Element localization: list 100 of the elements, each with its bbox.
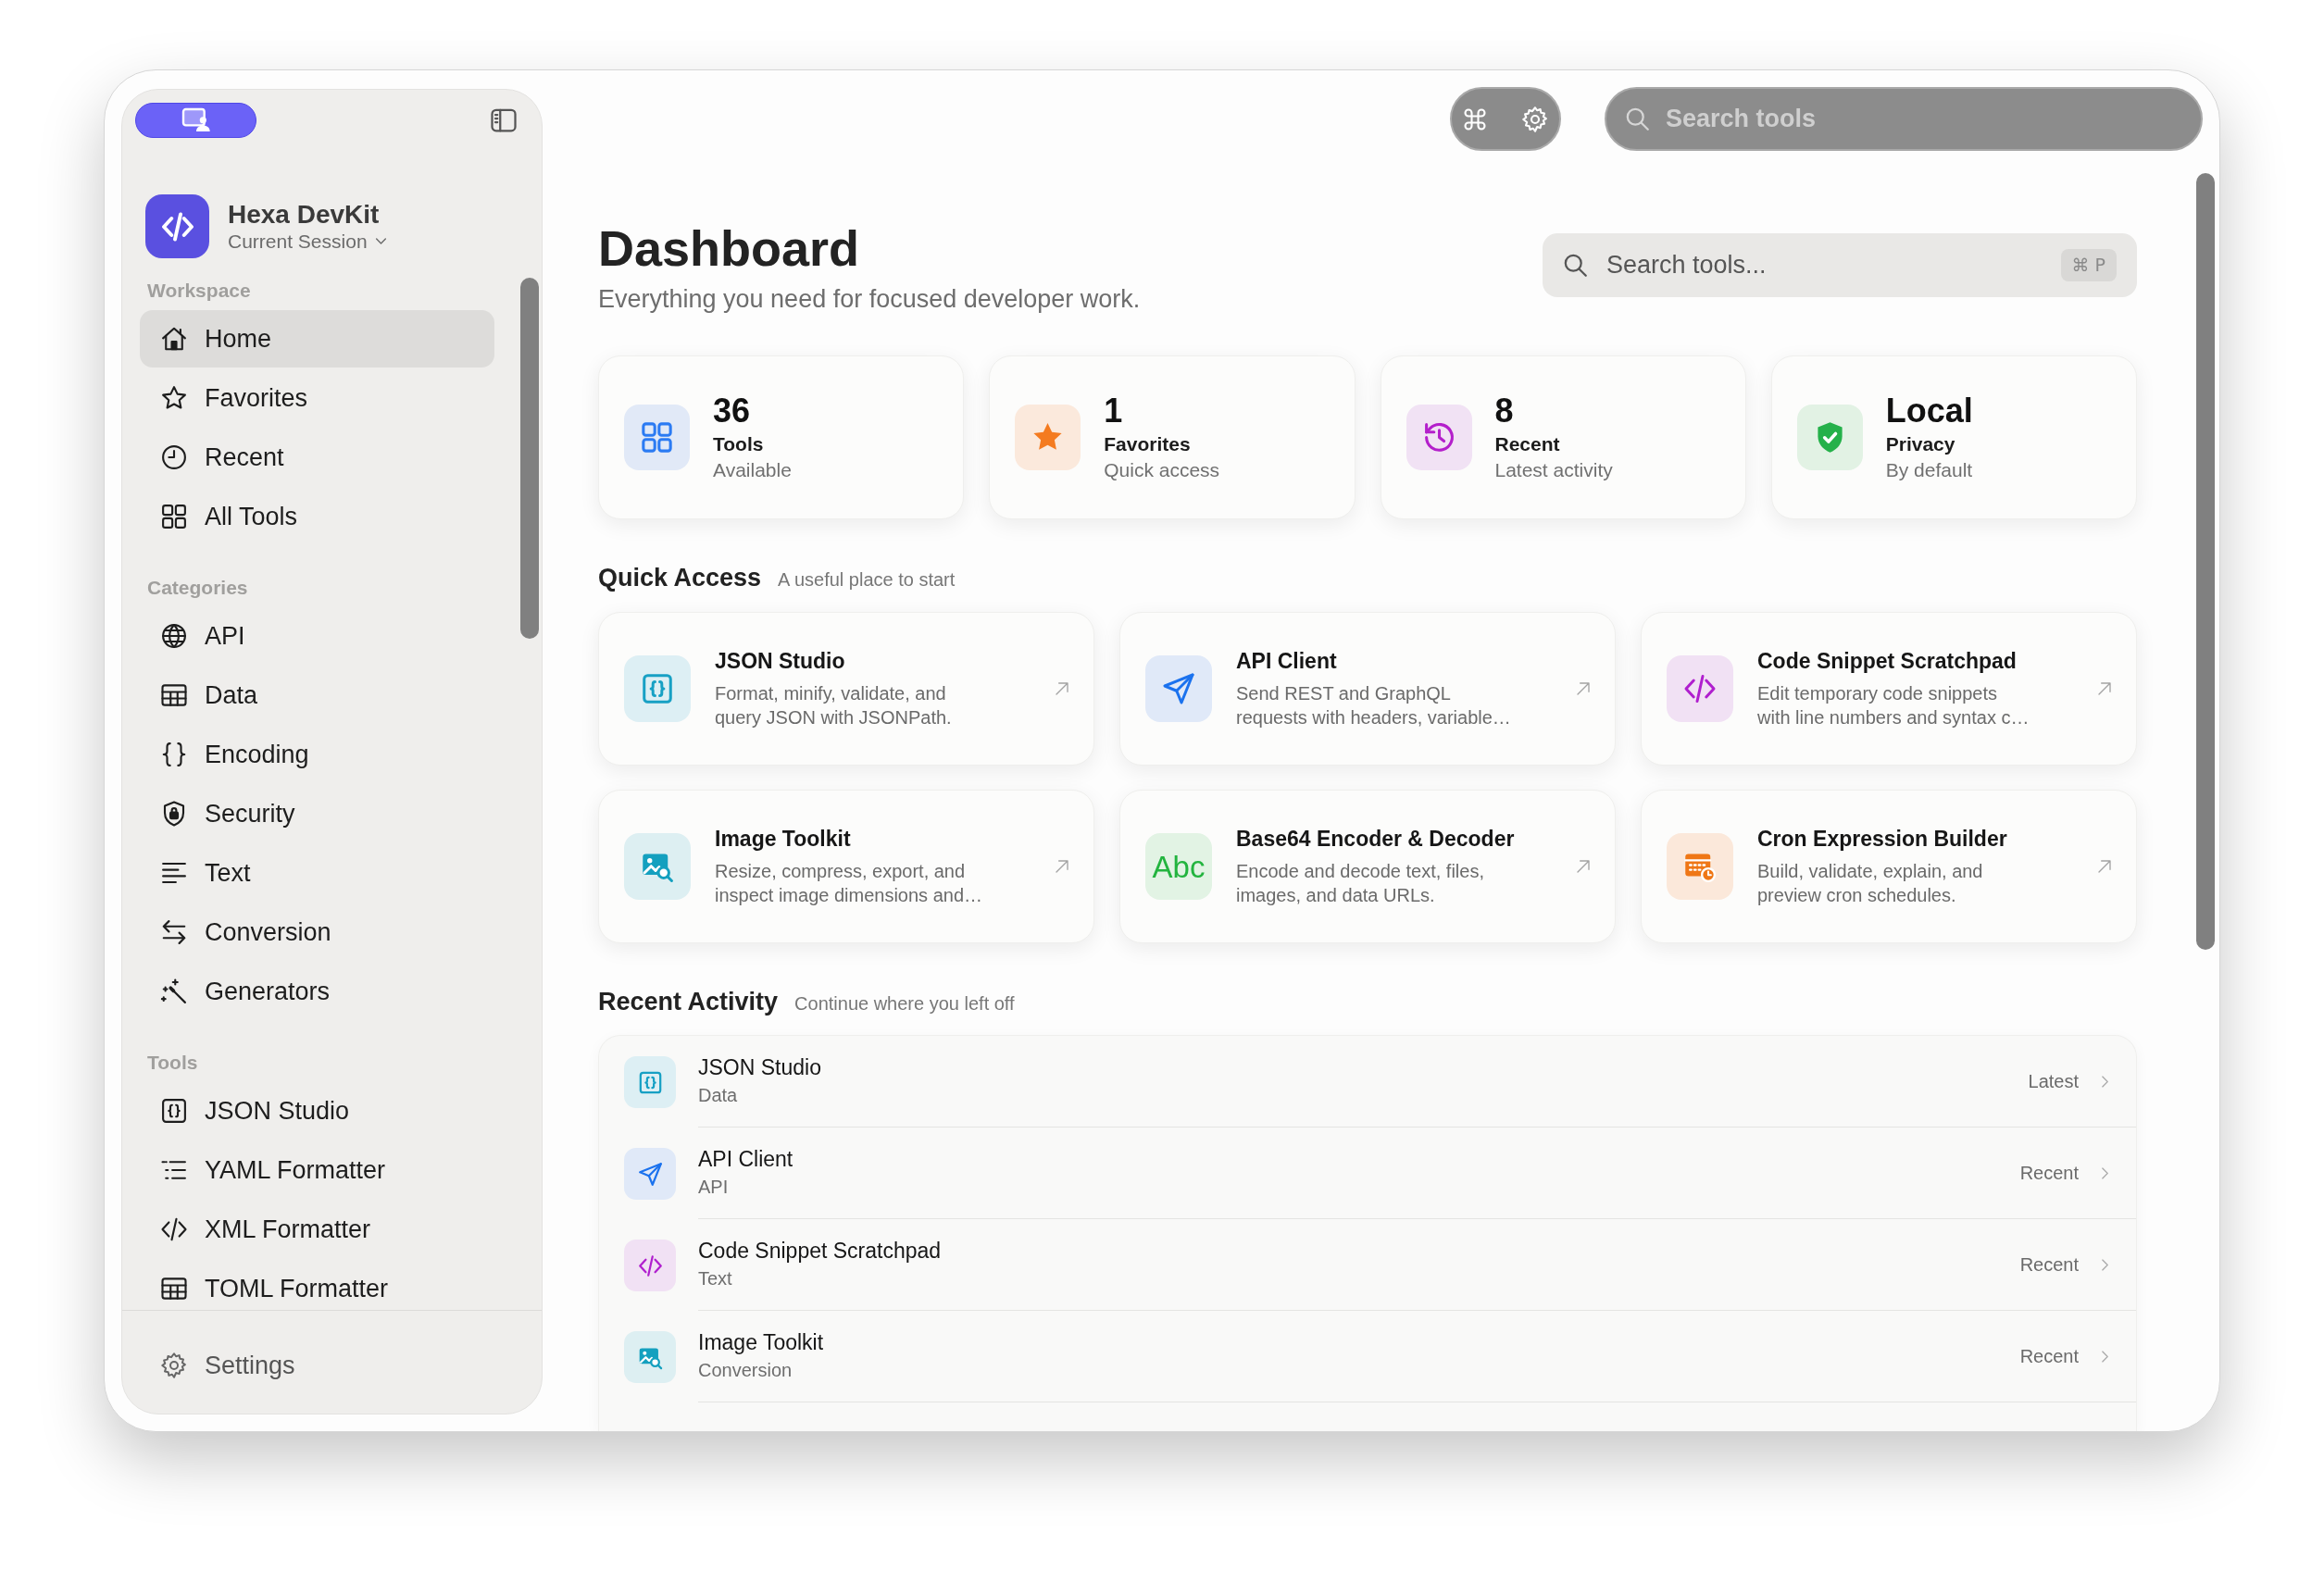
section-label: Tools: [146, 1051, 199, 1076]
card-title: Base64 Encoder & Decoder: [1236, 826, 1516, 852]
code-icon: [160, 1215, 188, 1243]
arrow-up-right-icon: [2097, 681, 2112, 696]
section-label: Workspace: [146, 279, 252, 304]
recency-label: Recent: [2019, 1162, 2079, 1185]
arrow-up-right-icon: [2097, 859, 2112, 874]
table-icon: [160, 681, 188, 709]
item-title: Image Toolkit: [698, 1329, 825, 1355]
stat-caption: Quick access: [1104, 458, 1220, 482]
image-search-icon: [624, 1331, 676, 1383]
sidebar-item[interactable]: YAML Formatter: [140, 1141, 494, 1199]
arrow-up-right-icon: [1576, 681, 1591, 696]
calendar-clock-icon: [1667, 833, 1733, 900]
card-description: Resize, compress, export, and inspect image dimensions and…: [715, 860, 984, 907]
chevron-down-icon: [374, 235, 387, 247]
item-subtitle: API: [698, 1176, 730, 1199]
stat-value: Local: [1885, 392, 1973, 430]
globe-icon: [160, 622, 188, 650]
sidebar-item[interactable]: Conversion: [140, 903, 494, 961]
settings-item[interactable]: Settings: [140, 1337, 494, 1394]
sidebar-item[interactable]: Favorites: [140, 369, 494, 427]
item-subtitle: Text: [698, 1267, 733, 1290]
section-subtitle: A useful place to start: [778, 568, 956, 592]
tool-card[interactable]: JSON Studio Format, minify, validate, and query JSON with JSONPath.: [598, 612, 1094, 766]
sidebar-item[interactable]: Data: [140, 667, 494, 724]
tool-card[interactable]: API Client Send REST and GraphQL requests with headers, variable…: [1119, 612, 1616, 766]
sidebar-item[interactable]: XML Formatter: [140, 1201, 494, 1258]
card-title: Image Toolkit: [715, 826, 852, 852]
tool-card[interactable]: Image Toolkit Resize, compress, export, and inspect image dimensions and…: [598, 790, 1094, 943]
chevron-right-icon: [2099, 1258, 2111, 1271]
recency-label: Recent: [2019, 1345, 2079, 1368]
arrow-up-right-icon: [1055, 681, 1069, 696]
section-subtitle: Continue where you left off: [794, 992, 1015, 1016]
session-dropdown[interactable]: Current Session: [228, 229, 387, 254]
sidebar-item[interactable]: Generators: [140, 963, 494, 1020]
braces-square-icon: [624, 1056, 676, 1108]
braces-square-icon: [160, 1097, 188, 1125]
search-icon: [1625, 106, 1650, 131]
page-title: Dashboard: [598, 223, 861, 273]
activity-item[interactable]: Image Toolkit Conversion Recent: [599, 1311, 2136, 1402]
shield-check-icon: [1796, 405, 1863, 470]
chevron-right-icon: [2099, 1166, 2111, 1179]
settings-icon[interactable]: [1521, 105, 1549, 133]
code-logo-icon: [145, 194, 209, 258]
stat-label: Recent: [1494, 432, 1561, 456]
braces-square-icon: [624, 655, 691, 722]
item-title: API Client: [698, 1146, 794, 1172]
app-name: Hexa DevKit: [228, 199, 381, 230]
sidebar-item[interactable]: API: [140, 607, 494, 665]
section-title: Quick Access: [598, 563, 762, 593]
activity-item[interactable]: JSON Studio Data Latest: [599, 1036, 2136, 1128]
home-icon: [160, 325, 188, 353]
code-icon: [624, 1240, 676, 1291]
star-icon: [160, 384, 188, 412]
stat-label: Favorites: [1104, 432, 1192, 456]
card-description: Edit temporary code snippets with line numbers and syntax c…: [1757, 682, 2030, 729]
card-title: JSON Studio: [715, 648, 846, 674]
stat-label: Privacy: [1885, 432, 1956, 456]
paper-plane-icon: [1145, 655, 1212, 722]
section-label: Categories: [146, 576, 249, 601]
activity-item[interactable]: Code Snippet Scratchpad Text Recent: [599, 1219, 2136, 1311]
sidebar-item[interactable]: Home: [140, 310, 494, 368]
sidebar-item[interactable]: Security: [140, 785, 494, 842]
sidebar-item[interactable]: JSON Studio: [140, 1082, 494, 1140]
session-button[interactable]: [135, 103, 256, 138]
arrow-up-right-icon: [1576, 859, 1591, 874]
search-icon: [1563, 253, 1588, 278]
sidebar-item[interactable]: TOML Formatter: [140, 1260, 494, 1310]
tool-card[interactable]: Code Snippet Scratchpad Edit temporary code snippets with line numbers and syntax c…: [1641, 612, 2137, 766]
code-icon: [1667, 655, 1733, 722]
card-title: Cron Expression Builder: [1757, 826, 2008, 852]
sidebar-toggle-icon[interactable]: [490, 106, 518, 134]
stat-caption: Latest activity: [1494, 458, 1613, 482]
item-subtitle: Conversion: [698, 1359, 793, 1382]
stat-value: 36: [713, 392, 752, 430]
recency-label: Recent: [2019, 1253, 2079, 1277]
chevron-right-icon: [2099, 1075, 2111, 1088]
item-title: Code Snippet Scratchpad: [698, 1238, 943, 1264]
tool-card[interactable]: Cron Expression Builder Build, validate, explain, and preview cron schedules.: [1641, 790, 2137, 943]
grid-icon: [160, 503, 188, 530]
card-title: Code Snippet Scratchpad: [1757, 648, 2018, 674]
scrollbar-thumb[interactable]: [2196, 173, 2215, 950]
search-field[interactable]: Search tools: [1605, 87, 2203, 151]
abc-icon: Abc: [1145, 833, 1212, 900]
sidebar-item[interactable]: Recent: [140, 429, 494, 486]
activity-item[interactable]: API Client API Recent: [599, 1128, 2136, 1219]
braces-icon: [160, 741, 188, 768]
sidebar-item[interactable]: Text: [140, 844, 494, 902]
scrollbar-thumb[interactable]: [520, 278, 539, 639]
card-title: API Client: [1236, 648, 1338, 674]
stat-label: Tools: [713, 432, 765, 456]
sidebar-item[interactable]: All Tools: [140, 488, 494, 545]
stat-value: 1: [1104, 392, 1124, 430]
stat-caption: By default: [1885, 458, 1973, 482]
chevron-right-icon: [2099, 1350, 2111, 1363]
table-icon: [160, 1275, 188, 1302]
grid-icon: [624, 405, 690, 470]
sidebar-item[interactable]: Encoding: [140, 726, 494, 783]
tool-card[interactable]: Abc Base64 Encoder & Decoder Encode and decode text, files, images, and data URLs.: [1119, 790, 1616, 943]
